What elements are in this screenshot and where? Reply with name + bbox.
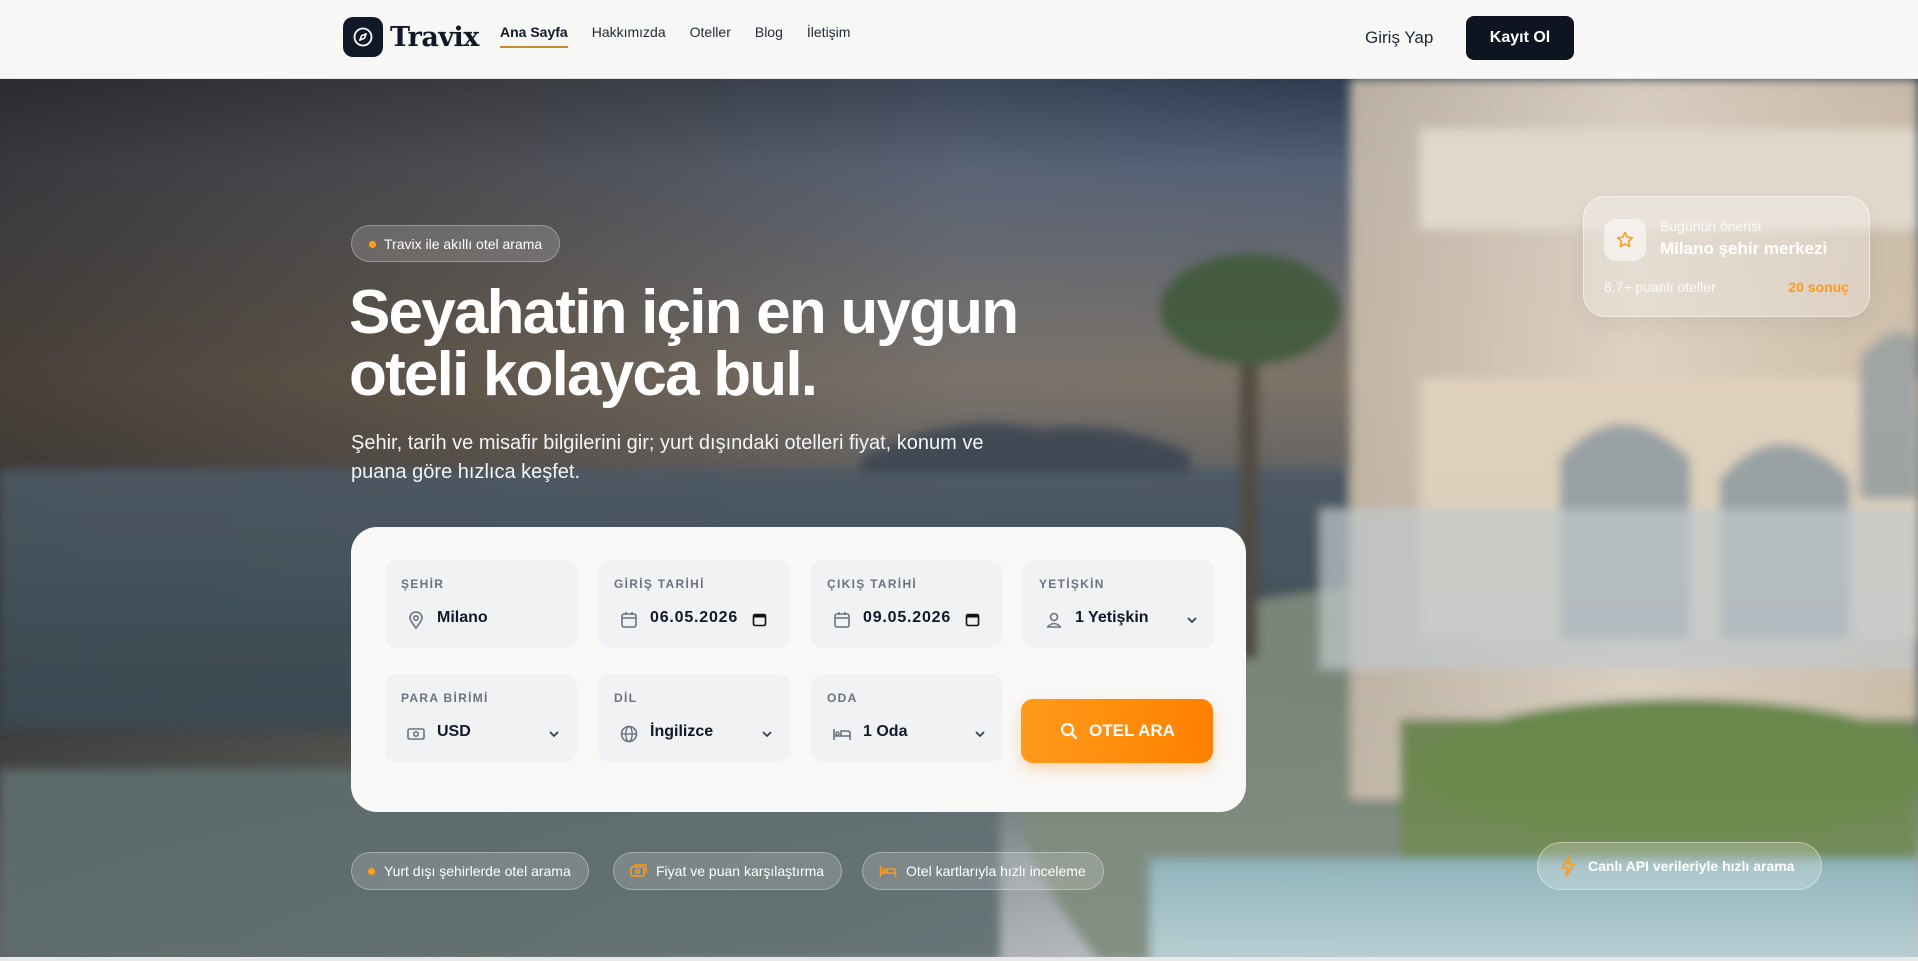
- recommendation-meta: 8.7+ puanlı oteller: [1604, 279, 1716, 295]
- nav-link-blog[interactable]: Blog: [755, 24, 783, 48]
- language-label: DİL: [614, 691, 638, 705]
- hero-badge-text: Travix ile akıllı otel arama: [384, 235, 543, 252]
- globe-icon: [620, 725, 638, 743]
- hero-section: Travix ile akıllı otel arama Seyahatin i…: [0, 79, 1918, 961]
- chevron-down-icon: [975, 731, 985, 738]
- page-divider: [0, 957, 1918, 961]
- feature-chip-cards: Otel kartlarıyla hızlı inceleme: [862, 852, 1104, 890]
- chevron-down-icon: [1187, 617, 1197, 624]
- money-icon: [630, 864, 647, 877]
- currency-select[interactable]: PARA BİRİMİ USD: [385, 674, 577, 762]
- top-navbar: Travix Ana Sayfa Hakkımızda Oteller Blog…: [0, 0, 1918, 79]
- nav-link-about[interactable]: Hakkımızda: [592, 24, 666, 48]
- dot-icon: [368, 867, 375, 875]
- hero-badge: Travix ile akıllı otel arama: [351, 225, 561, 262]
- city-label: ŞEHİR: [401, 577, 445, 591]
- checkin-label: GİRİŞ TARİHİ: [614, 577, 705, 591]
- feature-chip-label: Yurt dışı şehirlerde otel arama: [384, 863, 571, 879]
- dot-icon: [369, 241, 376, 248]
- recommendation-card[interactable]: Bugünün önerisi Milano şehir merkezi 8.7…: [1583, 196, 1870, 317]
- date-picker-icon[interactable]: [752, 612, 767, 627]
- login-link[interactable]: Giriş Yap: [1365, 28, 1433, 48]
- rooms-label: ODA: [827, 691, 858, 705]
- language-select[interactable]: DİL İngilizce: [598, 674, 790, 762]
- rooms-select[interactable]: ODA 1 Oda: [811, 674, 1003, 762]
- adults-value: 1 Yetişkin: [1075, 609, 1149, 626]
- checkin-input[interactable]: 06.05.2026: [650, 609, 738, 627]
- currency-value: USD: [437, 723, 471, 740]
- nav-link-contact[interactable]: İletişim: [807, 24, 851, 48]
- rooms-value: 1 Oda: [863, 723, 908, 740]
- currency-label: PARA BİRİMİ: [401, 691, 489, 705]
- star-icon: [1604, 219, 1646, 261]
- city-input[interactable]: Milano: [437, 609, 488, 627]
- live-api-badge: Canlı API verileriyle hızlı arama: [1537, 842, 1822, 890]
- bed-icon: [833, 729, 851, 740]
- nav-link-hotels[interactable]: Oteller: [690, 24, 731, 48]
- signup-button[interactable]: Kayıt Ol: [1466, 16, 1574, 60]
- location-pin-icon: [409, 611, 423, 630]
- date-picker-icon[interactable]: [965, 612, 980, 627]
- search-icon: [1060, 722, 1078, 740]
- bed-icon: [879, 866, 897, 877]
- feature-chip-abroad: Yurt dışı şehirlerde otel arama: [351, 852, 589, 890]
- feature-chip-label: Fiyat ve puan karşılaştırma: [656, 863, 825, 879]
- city-field[interactable]: ŞEHİR Milano: [385, 560, 577, 648]
- calendar-icon: [834, 612, 850, 628]
- main-nav: Ana Sayfa Hakkımızda Oteller Blog İletiş…: [500, 24, 874, 48]
- calendar-icon: [621, 612, 637, 628]
- brand-logo[interactable]: Travix: [343, 17, 479, 57]
- compass-icon: [343, 17, 383, 57]
- hero-title: Seyahatin için en uygun oteli kolayca bu…: [349, 278, 1019, 409]
- language-value: İngilizce: [650, 723, 714, 740]
- brand-name: Travix: [390, 21, 479, 53]
- search-button-label: OTEL ARA: [1089, 721, 1175, 740]
- recommendation-count: 20 sonuç: [1788, 279, 1849, 295]
- user-icon: [1046, 612, 1062, 628]
- checkout-label: ÇIKIŞ TARİHİ: [827, 577, 918, 591]
- live-api-text: Canlı API verileriyle hızlı arama: [1588, 858, 1795, 874]
- feature-chip-compare: Fiyat ve puan karşılaştırma: [613, 852, 843, 890]
- adults-label: YETİŞKİN: [1039, 577, 1105, 591]
- lightning-icon: [1561, 855, 1575, 877]
- recommendation-title: Milano şehir merkezi: [1660, 239, 1828, 258]
- recommendation-caption: Bugünün önerisi: [1660, 218, 1762, 234]
- chevron-down-icon: [762, 731, 772, 738]
- chevron-down-icon: [549, 731, 559, 738]
- feature-chip-label: Otel kartlarıyla hızlı inceleme: [906, 863, 1086, 879]
- adults-select[interactable]: YETİŞKİN 1 Yetişkin: [1023, 560, 1215, 648]
- cash-icon: [407, 728, 425, 740]
- hotel-search-form: ŞEHİR Milano GİRİŞ TARİHİ 06.05.2026 ÇIK…: [351, 527, 1246, 812]
- checkout-field[interactable]: ÇIKIŞ TARİHİ 09.05.2026: [811, 560, 1003, 648]
- nav-link-home[interactable]: Ana Sayfa: [500, 24, 568, 48]
- search-hotels-button[interactable]: OTEL ARA: [1021, 699, 1213, 763]
- hero-subtitle: Şehir, tarih ve misafir bilgilerini gir;…: [351, 432, 984, 483]
- checkin-field[interactable]: GİRİŞ TARİHİ 06.05.2026: [598, 560, 790, 648]
- checkout-input[interactable]: 09.05.2026: [863, 609, 951, 627]
